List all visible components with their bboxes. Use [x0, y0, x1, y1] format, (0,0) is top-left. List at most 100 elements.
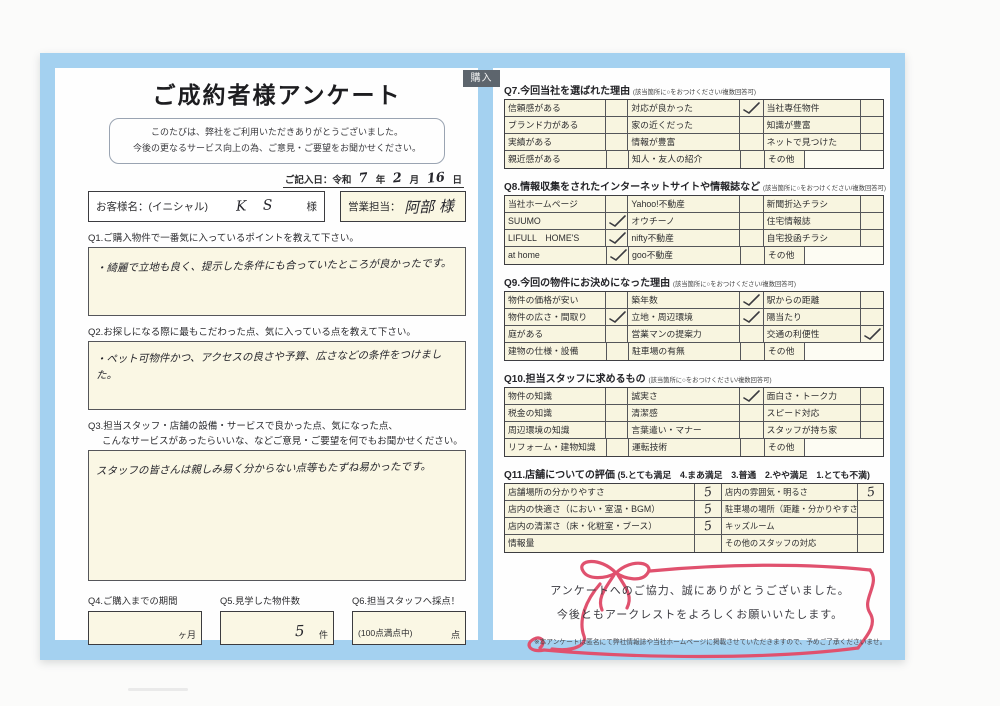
customer-label: お客様名：(イニシャル) [96, 199, 208, 214]
q10-check-cell [740, 388, 764, 404]
q1-label: Q1.ご購入物件で一番気に入っているポイントを教えて下さい。 [88, 230, 466, 244]
q7-option-label: 実績がある [505, 134, 606, 150]
q10-option-label: 周辺環境の知識 [505, 422, 606, 438]
q8-option-label: nifty不動産 [628, 230, 739, 246]
q1-handwritten-answer: ・綺麗で立地も良く、提示した条件にも合っていたところが良かったです。 [96, 256, 452, 277]
q11-item-label: 店内の雰囲気・明るさ [722, 484, 858, 500]
q11-item-label: その他のスタッフの対応 [722, 535, 858, 552]
q11-score-cell: 5 [695, 518, 722, 534]
q8-row: LIFULL HOME'Snifty不動産自宅投函チラシ [505, 230, 883, 247]
q8-other-blank [805, 247, 883, 264]
q7-check-cell [740, 134, 764, 150]
q11-item-label: 店舗場所の分かりやすさ [505, 484, 695, 500]
q7-title: Q7.今回当社を選ばれた理由 (該当箇所に○をおつけください/複数回答可) [504, 82, 882, 97]
checkmark-icon [608, 247, 628, 263]
q10-option-label: 物件の知識 [505, 388, 606, 404]
month-unit: 月 [410, 175, 420, 186]
q8-row: SUUMOオウチーノ住宅情報誌 [505, 213, 883, 230]
q9-check-cell [741, 343, 765, 360]
q9-title: Q9.今回の物件にお決めになった理由 (該当箇所に○をおつけください/複数回答可… [504, 274, 882, 289]
q11-item-label: キッズルーム [722, 518, 858, 534]
survey-right-page: Q7.今回当社を選ばれた理由 (該当箇所に○をおつけください/複数回答可) 信頼… [493, 68, 890, 640]
checkmark-icon [607, 230, 627, 246]
scanned-survey-page: 購入 ご成約者様アンケート このたびは、弊社をご利用いただきありがとうございまし… [0, 0, 1000, 706]
q9-check-cell [606, 292, 628, 308]
q2-answer-box: ・ペット可物件かつ、アクセスの良さや予算、広さなどの条件をつけました。 [88, 341, 466, 410]
q9-row: 庭がある営業マンの提案力交通の利便性 [505, 326, 883, 343]
q9-check-cell [740, 326, 764, 342]
checkmark-icon [741, 309, 761, 325]
q9-row: 建物の仕様・設備駐車場の有無その他 [505, 343, 883, 360]
q9-check-cell [861, 292, 883, 308]
q9-option-label: 物件の価格が安い [505, 292, 606, 308]
q7-check-cell [606, 100, 628, 116]
handwritten-sales-name: 阿部 様 [403, 195, 453, 218]
q11-row: 店内の快適さ（におい・室温・BGM）5駐車場の場所（距離・分かりやすさ） [505, 501, 883, 518]
q7-option-label: 情報が豊富 [628, 134, 739, 150]
q7-row: 実績がある情報が豊富ネットで見つけた [505, 134, 883, 151]
q8-title-text: Q8.情報収集をされたインターネットサイトや情報誌など [504, 182, 760, 193]
q8-other-label: その他 [765, 247, 805, 264]
q10-option-label: 言葉遣い・マナー [628, 422, 739, 438]
q7-check-cell [606, 117, 628, 133]
q11-score-cell: 5 [695, 501, 722, 517]
q8-option-label: goo不動産 [629, 247, 741, 264]
q6-block: Q6.担当スタッフへ採点！ (100点満点中) 点 [352, 593, 466, 645]
q8-option-label: 新聞折込チラシ [764, 196, 861, 212]
q11-score-cell [858, 535, 883, 552]
q4-unit: ヶ月 [178, 628, 196, 641]
q11-row: 店内の清潔さ（床・化粧室・ブース）5キッズルーム [505, 518, 883, 535]
q10-check-cell [861, 405, 883, 421]
q10-check-cell [740, 422, 764, 438]
q11-rating-table: 店舗場所の分かりやすさ5店内の雰囲気・明るさ5店内の快適さ（におい・室温・BGM… [504, 483, 884, 553]
q9-title-text: Q9.今回の物件にお決めになった理由 [504, 278, 670, 289]
q5-unit: 件 [319, 628, 328, 641]
purchase-badge: 購入 [463, 70, 500, 87]
q7-option-label: 当社専任物件 [764, 100, 861, 116]
checkmark-icon [741, 100, 761, 116]
q8-check-cell [740, 230, 764, 246]
q8-check-cell [741, 247, 765, 264]
q11-row: 店舗場所の分かりやすさ5店内の雰囲気・明るさ5 [505, 484, 883, 501]
q6-note: (100点満点中) [358, 627, 412, 639]
page-title: ご成約者様アンケート [88, 76, 466, 110]
thanks-line2: 今後ともアークレストをよろしくお願いいたします。 [534, 606, 866, 622]
q9-check-cell [740, 309, 764, 325]
q7-option-label: 家の近くだった [628, 117, 739, 133]
handwritten-day: 16 [421, 169, 451, 187]
q11-item-label: 店内の快適さ（におい・室温・BGM） [505, 501, 695, 517]
q9-option-label: 庭がある [505, 326, 606, 342]
q10-check-cell [861, 388, 883, 404]
checkmark-icon [607, 309, 627, 325]
q10-check-cell [740, 405, 764, 421]
q8-note: (該当箇所に○をおつけください/複数回答可) [763, 185, 886, 192]
q10-option-label: スピード対応 [764, 405, 861, 421]
q7-option-label: ブランド力がある [505, 117, 606, 133]
q7-check-cell [741, 151, 765, 168]
checkmark-icon [862, 326, 882, 342]
q10-check-cell [607, 439, 629, 456]
q9-other-label: その他 [765, 343, 805, 360]
q8-option-label: Yahoo!不動産 [628, 196, 739, 212]
handwritten-score: 5 [703, 518, 713, 534]
q3-handwritten-answer: スタッフの皆さんは親しみ易く分からない点等もたずね易かったです。 [96, 459, 431, 479]
customer-name-box: お客様名：(イニシャル) K S 様 [88, 191, 325, 222]
q8-option-label: 当社ホームページ [505, 196, 606, 212]
handwritten-month: 2 [387, 170, 408, 187]
q8-check-cell [606, 230, 628, 246]
q10-check-cell [741, 439, 765, 456]
handwritten-year: 7 [353, 170, 374, 187]
q7-row: 親近感がある知人・友人の紹介その他 [505, 151, 883, 168]
q7-check-cell [607, 151, 629, 168]
q5-answer-box: 5 件 [220, 611, 334, 645]
q10-option-label: 清潔感 [628, 405, 739, 421]
q11-item-label: 情報量 [505, 535, 695, 552]
q8-option-label: SUUMO [505, 213, 606, 229]
q8-title: Q8.情報収集をされたインターネットサイトや情報誌など (該当箇所に○をおつけく… [504, 178, 882, 193]
name-row: お客様名：(イニシャル) K S 様 営業担当： 阿部 様 [88, 191, 466, 222]
q2-label: Q2.お探しになる際に最もこだわった点、気に入っている点を教えて下さい。 [88, 324, 466, 338]
q9-option-label: 交通の利便性 [764, 326, 861, 342]
q7-note: (該当箇所に○をおつけください/複数回答可) [633, 89, 756, 96]
q8-row: 当社ホームページ Yahoo!不動産 新聞折込チラシ [505, 196, 883, 213]
q6-label: Q6.担当スタッフへ採点！ [352, 593, 466, 607]
